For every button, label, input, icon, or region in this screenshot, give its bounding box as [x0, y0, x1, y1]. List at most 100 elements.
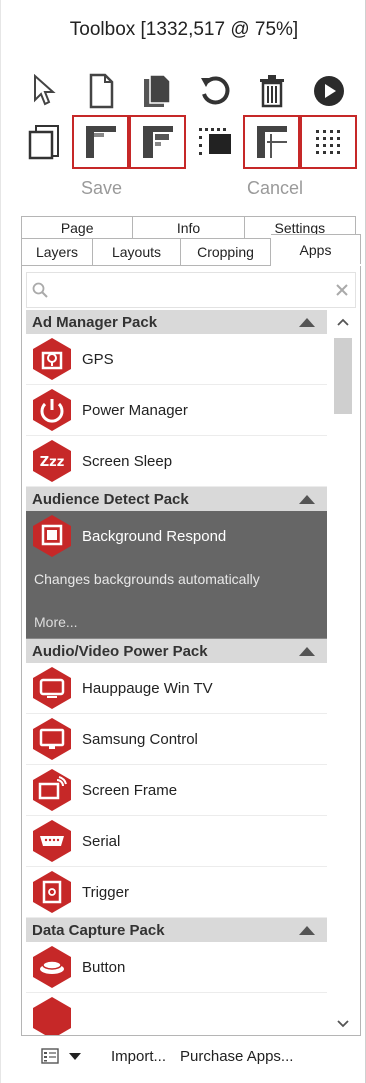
play-button[interactable] [300, 64, 357, 118]
search-input[interactable] [53, 275, 329, 305]
trash-icon [259, 75, 284, 108]
power-icon [33, 389, 71, 431]
layout-top-left-button[interactable] [72, 115, 129, 169]
list-item-button[interactable]: Button [26, 942, 327, 993]
list-scrollbar[interactable] [329, 310, 357, 1035]
layout-columns-button[interactable] [243, 115, 300, 169]
panel-footer: Import... Purchase Apps... [21, 1036, 361, 1076]
tab-apps[interactable]: Apps [271, 234, 361, 264]
layout-grid-dots-button[interactable] [186, 115, 243, 169]
list-item-power-manager[interactable]: Power Manager [26, 385, 327, 436]
chevron-down-icon [69, 1052, 81, 1060]
item-label: Button [82, 958, 126, 976]
tab-page[interactable]: Page [21, 216, 134, 238]
item-label: GPS [82, 350, 114, 368]
list-item-screen-sleep[interactable]: Zzz Screen Sleep [26, 436, 327, 487]
sleep-icon: Zzz [33, 440, 71, 482]
group-title: Audience Detect Pack [32, 490, 189, 508]
save-button[interactable]: Save [81, 178, 122, 199]
duplicate-page-button[interactable] [129, 64, 186, 118]
gps-icon [33, 338, 71, 380]
delete-button[interactable] [243, 64, 300, 118]
pointer-tool-button[interactable] [15, 64, 72, 118]
tab-info[interactable]: Info [133, 216, 245, 238]
more-link[interactable]: More... [34, 614, 78, 630]
tab-cropping[interactable]: Cropping [181, 238, 271, 266]
page-icon [89, 73, 113, 109]
item-label: Background Respond [82, 527, 227, 545]
search-box [26, 272, 356, 308]
push-button-icon [33, 946, 71, 988]
new-page-button[interactable] [72, 64, 129, 118]
save-cancel-row: Save Cancel [1, 178, 366, 206]
item-description-panel: Changes backgrounds automatically More..… [26, 561, 327, 639]
tv-icon [33, 667, 71, 709]
group-title: Audio/Video Power Pack [32, 642, 208, 660]
collapse-icon[interactable] [299, 925, 315, 935]
item-label: Screen Frame [82, 781, 178, 799]
group-header-ad-manager[interactable]: Ad Manager Pack [26, 310, 327, 334]
collapse-icon[interactable] [299, 646, 315, 656]
grid-dots-icon [198, 128, 231, 155]
group-title: Ad Manager Pack [32, 313, 158, 331]
group-header-data-capture[interactable]: Data Capture Pack [26, 918, 327, 942]
app-icon [33, 997, 71, 1035]
toolbar-row-2 [15, 115, 357, 169]
trigger-icon [33, 871, 71, 913]
serial-port-icon [33, 820, 71, 862]
frame-icon [28, 125, 59, 160]
list-item-samsung-control[interactable]: Samsung Control [26, 714, 327, 765]
group-title: Data Capture Pack [32, 921, 165, 939]
layout-corner-icon [85, 126, 116, 158]
list-item-screen-frame[interactable]: Screen Frame [26, 765, 327, 816]
item-label: Serial [82, 832, 121, 850]
item-label: Power Manager [82, 401, 188, 419]
search-icon [27, 282, 53, 298]
tab-layers[interactable]: Layers [21, 238, 93, 266]
view-menu-button[interactable] [41, 1048, 81, 1064]
item-description: Changes backgrounds automatically [34, 571, 260, 587]
list-item-hauppauge[interactable]: Hauppauge Win TV [26, 663, 327, 714]
list-item-serial[interactable]: Serial [26, 816, 327, 867]
group-header-audience-detect[interactable]: Audience Detect Pack [26, 487, 327, 511]
list-item-partial[interactable] [26, 993, 327, 1035]
item-label: Hauppauge Win TV [82, 679, 213, 697]
svg-text:Zzz: Zzz [40, 455, 65, 470]
apps-panel: Ad Manager Pack GPS Power Manager Zzz Sc… [21, 266, 361, 1036]
collapse-icon[interactable] [299, 317, 315, 327]
undo-icon [200, 76, 229, 105]
list-item-gps[interactable]: GPS [26, 334, 327, 385]
import-button[interactable]: Import... [111, 1048, 166, 1065]
list-item-trigger[interactable]: Trigger [26, 867, 327, 918]
layout-split-icon [142, 126, 173, 158]
play-icon [313, 76, 344, 106]
clear-search-icon[interactable] [329, 284, 355, 296]
collapse-icon[interactable] [299, 494, 315, 504]
apps-list: Ad Manager Pack GPS Power Manager Zzz Sc… [26, 310, 327, 1035]
dot-grid-icon [315, 130, 340, 154]
layout-columns-icon [256, 126, 287, 158]
tab-layouts[interactable]: Layouts [93, 238, 181, 266]
background-respond-icon [33, 515, 71, 557]
cancel-button[interactable]: Cancel [247, 178, 303, 199]
list-item-background-respond[interactable]: Background Respond [26, 511, 327, 561]
list-view-icon [41, 1048, 59, 1064]
group-header-audio-video[interactable]: Audio/Video Power Pack [26, 639, 327, 663]
layout-dot-grid-button[interactable] [300, 115, 357, 169]
layout-split-button[interactable] [129, 115, 186, 169]
toolbar-row-1 [15, 64, 357, 118]
purchase-apps-button[interactable]: Purchase Apps... [180, 1048, 293, 1065]
scrollbar-thumb[interactable] [334, 338, 352, 414]
frame-tool-button[interactable] [15, 115, 72, 169]
undo-button[interactable] [186, 64, 243, 118]
item-label: Trigger [82, 883, 129, 901]
window-title: Toolbox [1332,517 @ 75%] [69, 19, 299, 40]
tab-row-2: Layers Layouts Cropping Apps [21, 234, 361, 266]
item-label: Screen Sleep [82, 452, 173, 470]
screen-frame-icon [33, 769, 71, 811]
item-label: Samsung Control [82, 730, 198, 748]
cursor-icon [33, 74, 56, 106]
pages-icon [143, 74, 171, 107]
toolbox-window: Toolbox [1332,517 @ 75%] Save Cancel Pag… [0, 0, 366, 1083]
scroll-up-icon [337, 318, 349, 326]
